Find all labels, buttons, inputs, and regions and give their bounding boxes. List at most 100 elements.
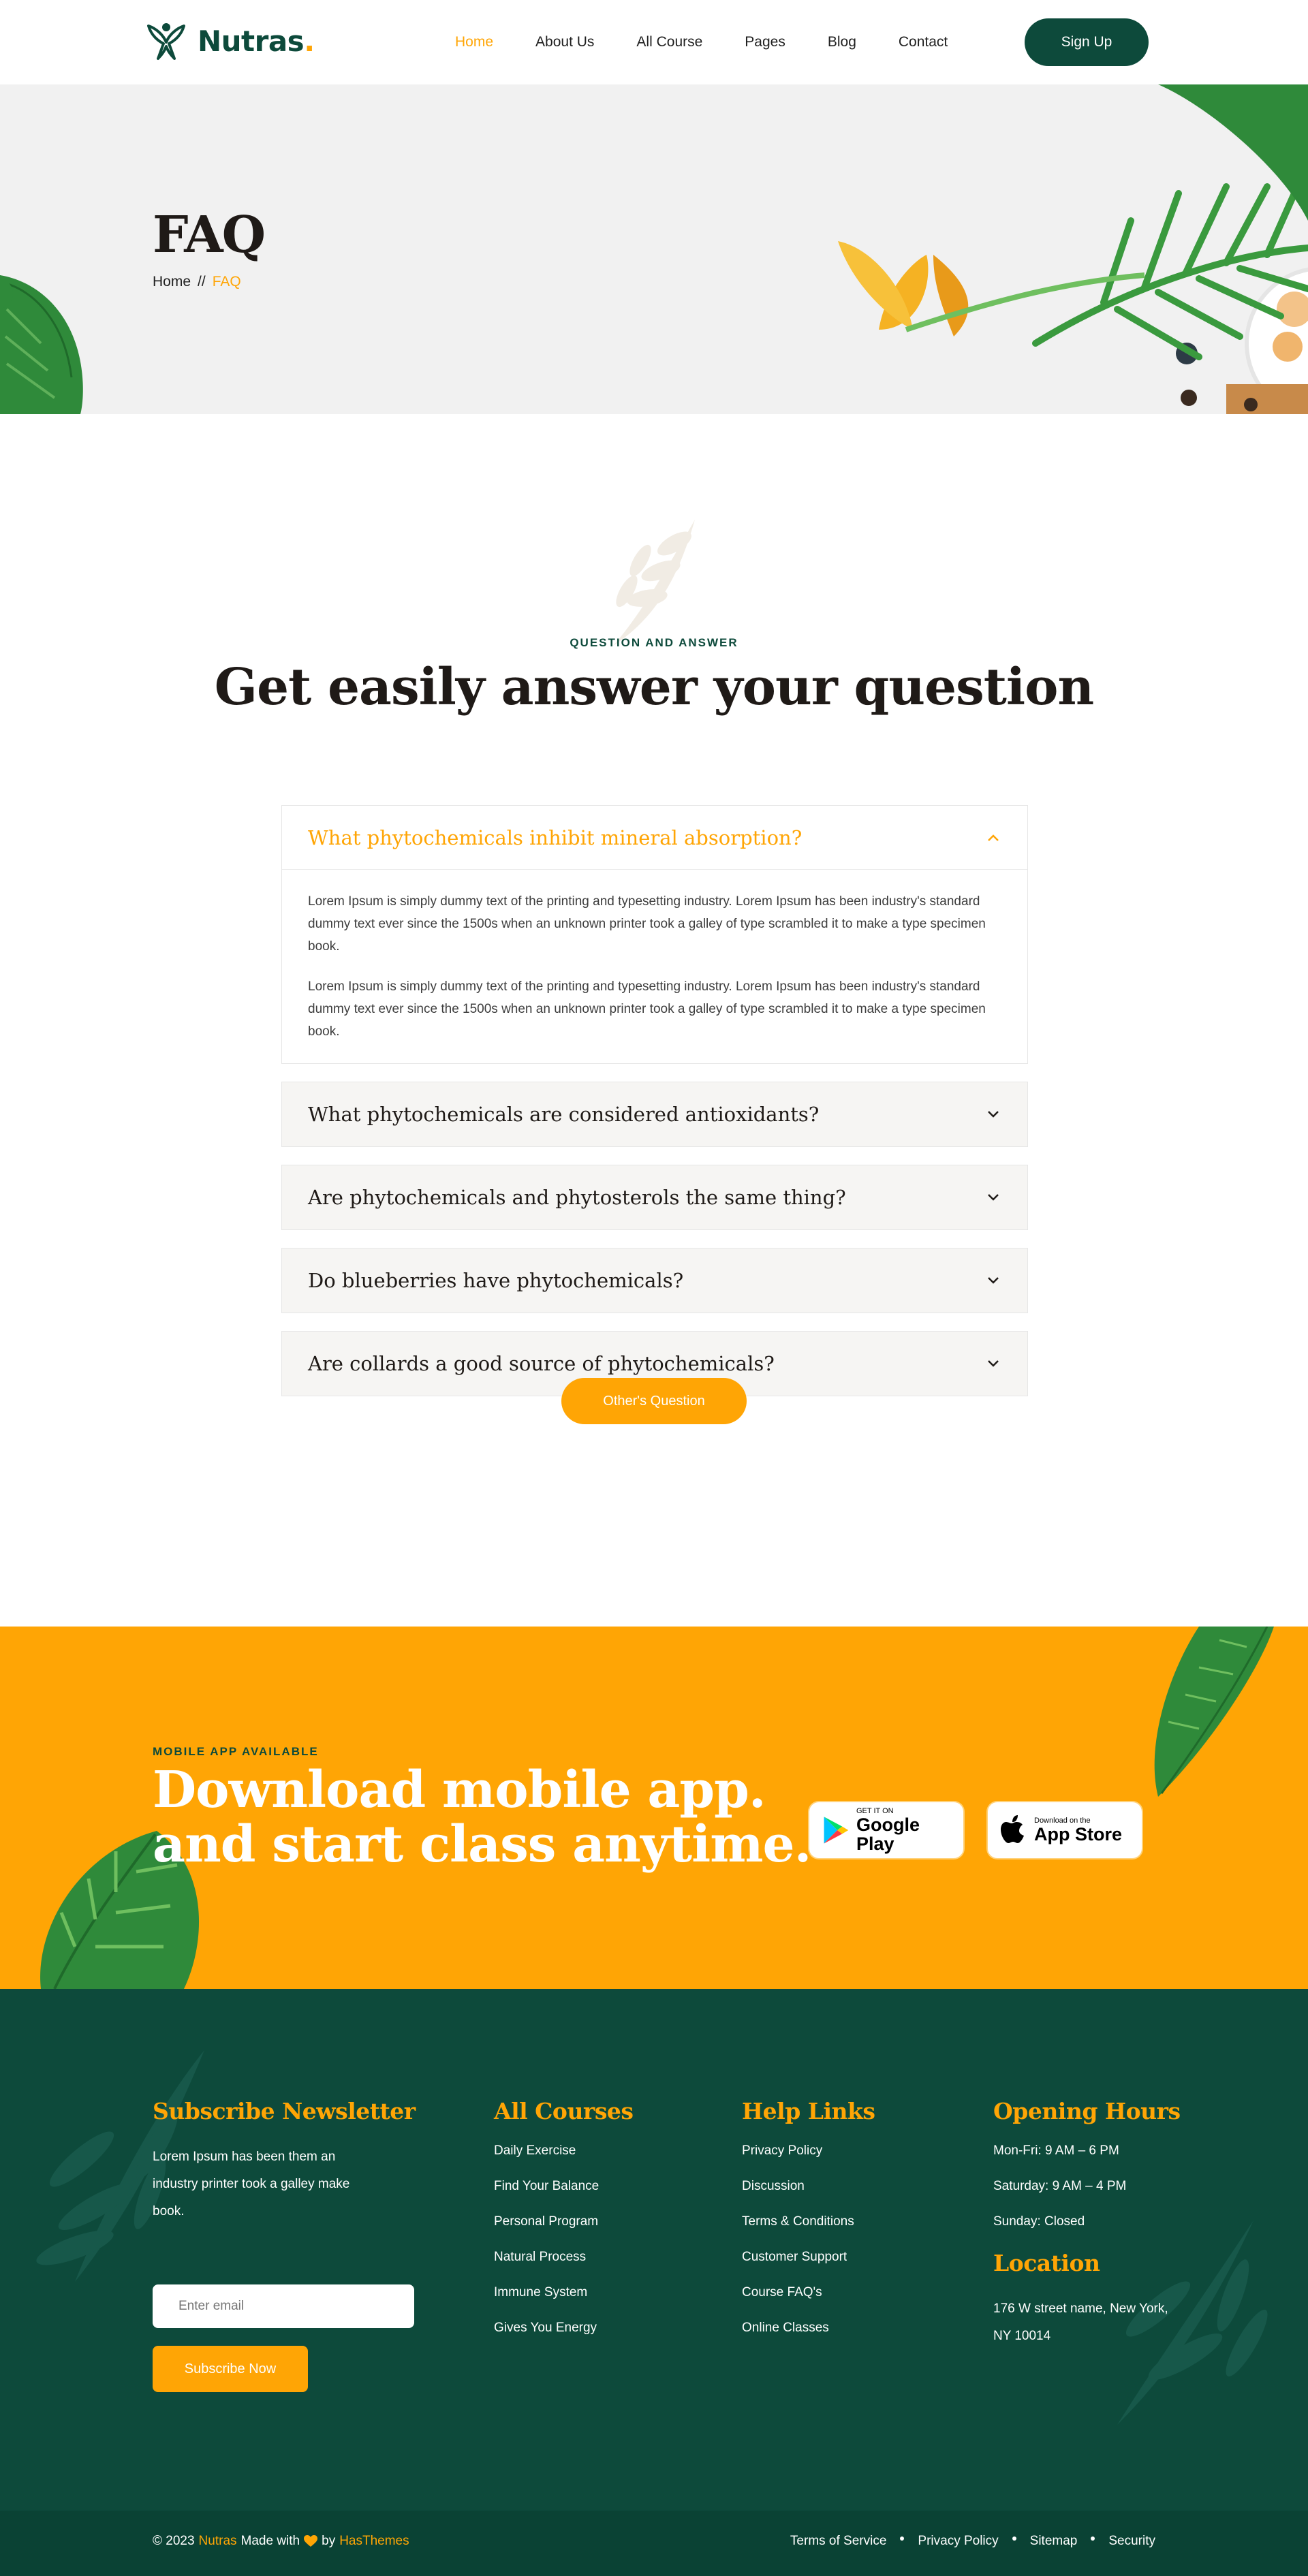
faq-item: Do blueberries have phytochemicals? [281, 1248, 1028, 1313]
separator-dot [1091, 2536, 1095, 2541]
hours-line: Sunday: Closed [993, 2214, 1085, 2229]
breadcrumb-separator: // [198, 274, 206, 289]
sign-up-button[interactable]: Sign Up [1025, 18, 1149, 66]
faq-question-text: Are phytochemicals and phytosterols the … [308, 1186, 846, 1209]
copyright-year: © 2023 [153, 2534, 195, 2548]
help-link[interactable]: Discussion [742, 2179, 875, 2198]
app-store-button[interactable]: Download on the App Store [988, 1802, 1142, 1858]
copyright-made-with: Made with [240, 2534, 300, 2548]
breadcrumb: Home // FAQ [153, 274, 241, 290]
copyright-brand-link[interactable]: Nutras [199, 2534, 237, 2549]
course-link[interactable]: Daily Exercise [494, 2143, 633, 2163]
separator-dot [1012, 2536, 1016, 2541]
faq-question[interactable]: What phytochemicals are considered antio… [282, 1082, 1027, 1146]
logo[interactable]: Nutras. [144, 19, 315, 63]
nav-blog[interactable]: Blog [828, 34, 856, 50]
help-link[interactable]: Privacy Policy [742, 2143, 875, 2163]
faq-question[interactable]: Are phytochemicals and phytosterols the … [282, 1165, 1027, 1229]
faq-question-text: What phytochemicals inhibit mineral abso… [308, 826, 803, 849]
faq-item: Are phytochemicals and phytosterols the … [281, 1165, 1028, 1230]
footer-opening-hours: Opening Hours Mon-Fri: 9 AM – 6 PM Satur… [993, 2098, 1184, 2350]
logo-text: Nutras. [198, 24, 315, 58]
sitemap-link[interactable]: Sitemap [1030, 2534, 1078, 2549]
faq-item: What phytochemicals are considered antio… [281, 1082, 1028, 1147]
footer-help-links: Help Links Privacy Policy Discussion Ter… [742, 2098, 875, 2356]
footer-courses: All Courses Daily Exercise Find Your Bal… [494, 2098, 634, 2356]
faq-kicker: QUESTION AND ANSWER [570, 636, 738, 649]
app-title-line: Download mobile app. [153, 1761, 766, 1819]
help-link[interactable]: Online Classes [742, 2321, 875, 2340]
terms-link[interactable]: Terms of Service [790, 2534, 886, 2549]
mobile-app-banner: MOBILE APP AVAILABLE Download mobile app… [0, 1627, 1308, 1989]
app-title: Download mobile app. and start class any… [153, 1763, 811, 1872]
nav-home[interactable]: Home [455, 34, 493, 50]
faq-answer-paragraph: Lorem Ipsum is simply dummy text of the … [308, 894, 986, 954]
faq-item: What phytochemicals inhibit mineral abso… [281, 805, 1028, 1064]
course-link[interactable]: Natural Process [494, 2250, 633, 2269]
nav-pages[interactable]: Pages [745, 34, 785, 50]
breadcrumb-current: FAQ [212, 274, 241, 289]
chevron-down-icon[interactable] [985, 1355, 1001, 1372]
app-store-big: App Store [1034, 1824, 1123, 1844]
faq-question-text: What phytochemicals are considered antio… [308, 1103, 820, 1126]
copyright-by: by [322, 2534, 336, 2548]
copyright-bar: © 2023 Nutras Made with by HasThemes Ter… [0, 2511, 1308, 2576]
faq-heading: Get easily answer your question [214, 658, 1095, 717]
breadcrumb-home[interactable]: Home [153, 274, 191, 290]
course-link[interactable]: Immune System [494, 2285, 633, 2304]
location-title: Location [993, 2250, 1100, 2276]
copyright-author-link[interactable]: HasThemes [339, 2534, 409, 2549]
newsletter-text: Lorem Ipsum has been them an industry pr… [153, 2150, 350, 2218]
hours-line: Saturday: 9 AM – 4 PM [993, 2179, 1127, 2193]
google-play-text: GET IT ON Google Play [856, 1807, 951, 1853]
courses-title: All Courses [494, 2098, 634, 2124]
faq-question-text: Are collards a good source of phytochemi… [308, 1352, 775, 1375]
security-link[interactable]: Security [1108, 2534, 1155, 2549]
app-title-line: and start class anytime. [153, 1815, 811, 1874]
chevron-down-icon[interactable] [985, 1106, 1001, 1122]
faq-section: QUESTION AND ANSWER Get easily answer yo… [0, 414, 1308, 1627]
site-header: Nutras. Home About Us All Course Pages B… [0, 0, 1294, 84]
legal-links: Terms of Service Privacy Policy Sitemap … [790, 2534, 1155, 2549]
hours-line: Mon-Fri: 9 AM – 6 PM [993, 2143, 1119, 2158]
course-link[interactable]: Find Your Balance [494, 2179, 633, 2198]
course-link[interactable]: Gives You Energy [494, 2321, 633, 2340]
faq-question[interactable]: Do blueberries have phytochemicals? [282, 1248, 1027, 1313]
email-input[interactable] [153, 2284, 414, 2328]
leaf-watermark-icon [613, 520, 695, 646]
app-store-text: Download on the App Store [1034, 1817, 1122, 1844]
google-play-button[interactable]: GET IT ON Google Play [809, 1802, 963, 1858]
faq-question[interactable]: What phytochemicals inhibit mineral abso… [282, 806, 1027, 870]
chevron-down-icon[interactable] [985, 1189, 1001, 1206]
faq-answer-paragraph: Lorem Ipsum is simply dummy text of the … [308, 979, 986, 1039]
help-links-title: Help Links [742, 2098, 875, 2124]
apple-icon [1001, 1815, 1024, 1843]
page-title: FAQ [153, 206, 266, 264]
page-hero: FAQ Home // FAQ [0, 84, 1308, 414]
nav-about-us[interactable]: About Us [535, 34, 594, 50]
faq-question-text: Do blueberries have phytochemicals? [308, 1269, 684, 1292]
privacy-link[interactable]: Privacy Policy [918, 2534, 998, 2549]
footer-newsletter: Subscribe Newsletter Lorem Ipsum has bee… [153, 2098, 416, 2225]
app-kicker: MOBILE APP AVAILABLE [153, 1745, 319, 1758]
faq-accordion: What phytochemicals inhibit mineral abso… [281, 805, 1028, 1414]
logo-icon [147, 23, 185, 60]
newsletter-title: Subscribe Newsletter [153, 2098, 416, 2124]
heart-icon [304, 2535, 318, 2547]
nav-all-course[interactable]: All Course [636, 34, 702, 50]
help-link[interactable]: Terms & Conditions [742, 2214, 875, 2233]
help-link[interactable]: Customer Support [742, 2250, 875, 2269]
google-play-big: Google Play [856, 1815, 920, 1854]
chevron-up-icon[interactable] [985, 830, 1001, 846]
copyright-text: © 2023 Nutras Made with by HasThemes [153, 2534, 409, 2549]
help-link[interactable]: Course FAQ's [742, 2285, 875, 2304]
chevron-down-icon[interactable] [985, 1272, 1001, 1289]
separator-dot [900, 2536, 905, 2541]
subscribe-button[interactable]: Subscribe Now [153, 2346, 308, 2392]
others-question-button[interactable]: Other's Question [561, 1378, 747, 1424]
course-link[interactable]: Personal Program [494, 2214, 633, 2233]
nav-contact[interactable]: Contact [899, 34, 948, 50]
google-play-icon [824, 1817, 849, 1844]
faq-answer: Lorem Ipsum is simply dummy text of the … [282, 870, 1027, 1063]
location-address: 176 W street name, New York, NY 10014 [993, 2302, 1168, 2343]
